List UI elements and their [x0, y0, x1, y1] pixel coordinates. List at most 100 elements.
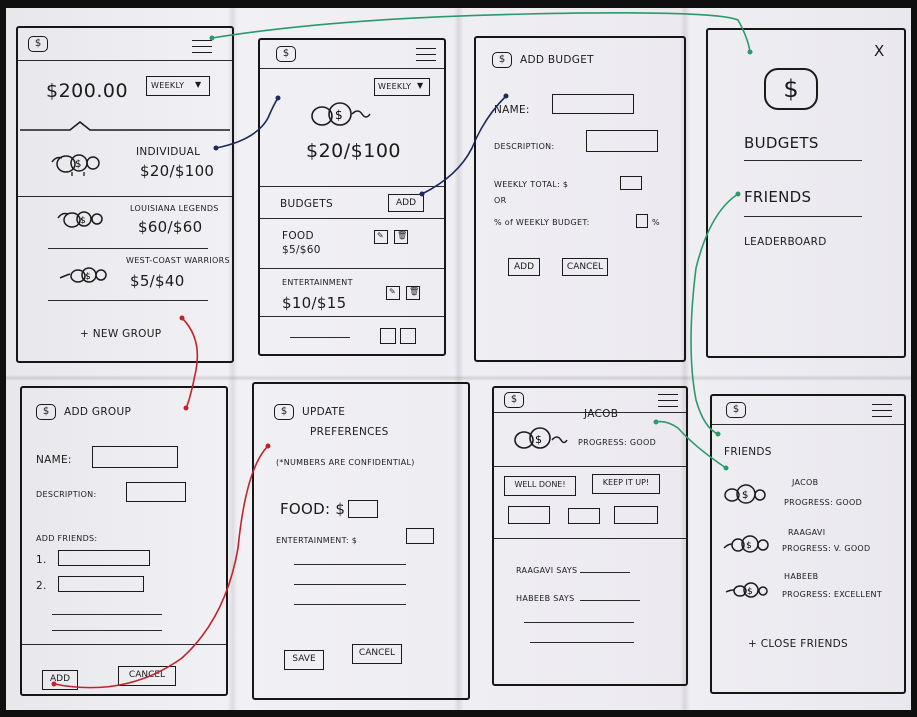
- friend-2-field[interactable]: [58, 576, 144, 592]
- logo-icon: $: [764, 68, 818, 110]
- screen-menu-drawer: X $ BUDGETS FRIENDS LEADERBOARD: [706, 28, 906, 358]
- section-divider: [260, 316, 444, 317]
- logo-icon[interactable]: $: [504, 392, 524, 408]
- save-button[interactable]: SAVE: [284, 650, 324, 670]
- hamburger-menu-icon[interactable]: [192, 40, 212, 58]
- group-item-west-coast-warriors[interactable]: $ WEST-COAST WARRIORS $5/$40: [18, 252, 232, 300]
- friend-name: RAAGAVI: [788, 528, 826, 537]
- group-amount: $20/$100: [306, 140, 402, 162]
- friend-item-habeeb[interactable]: $ HABEEB PROGRESS: EXCELLENT: [712, 568, 904, 612]
- group-name: WEST-COAST WARRIORS: [126, 256, 230, 265]
- close-friends-button[interactable]: + CLOSE FRIENDS: [748, 638, 848, 650]
- trash-icon[interactable]: 🗑: [394, 230, 408, 244]
- period-dropdown[interactable]: WEEKLY ▼: [146, 76, 210, 96]
- logo-icon[interactable]: $: [276, 46, 296, 62]
- entertainment-field[interactable]: [406, 528, 434, 544]
- nav-button-1[interactable]: [380, 328, 396, 344]
- budgets-label: BUDGETS: [280, 198, 333, 210]
- cancel-button[interactable]: CANCEL: [562, 258, 608, 276]
- menu-item-leaderboard[interactable]: LEADERBOARD: [744, 236, 827, 248]
- screen-add-group: $ ADD GROUP NAME: DESCRIPTION: ADD FRIEN…: [20, 386, 228, 696]
- or-label: OR: [494, 196, 507, 205]
- trash-icon[interactable]: 🗑: [406, 286, 420, 300]
- placeholder-line: [52, 630, 162, 631]
- menu-item-friends[interactable]: FRIENDS: [744, 188, 811, 206]
- header-divider: [712, 424, 904, 425]
- edit-pencil-icon[interactable]: ✎: [386, 286, 400, 300]
- screen-title: ADD GROUP: [64, 406, 132, 418]
- reaction-button-3[interactable]: [614, 506, 658, 524]
- screen-friend-profile: $ JACOB $ PROGRESS: GOOD WELL DONE! KEEP…: [492, 386, 688, 686]
- piggy-bank-icon: $: [514, 427, 568, 449]
- paper-fold: [6, 375, 911, 381]
- list-divider: [18, 196, 232, 197]
- cancel-button[interactable]: CANCEL: [118, 666, 176, 686]
- confidential-note: (*NUMBERS ARE CONFIDENTIAL): [276, 458, 415, 467]
- weekly-total-field[interactable]: [620, 176, 642, 190]
- friends-title: FRIENDS: [724, 446, 772, 458]
- budget-name: ENTERTAINMENT: [282, 278, 353, 287]
- hamburger-menu-icon[interactable]: [658, 394, 678, 412]
- paper-sheet: $ $200.00 WEEKLY ▼ $ INDIVIDUAL $20/$100: [6, 8, 911, 710]
- menu-item-budgets[interactable]: BUDGETS: [744, 134, 819, 152]
- svg-text:$: $: [746, 541, 752, 551]
- tab-pointer: [20, 120, 230, 131]
- budget-item-food[interactable]: FOOD $5/$60 ✎ 🗑: [260, 222, 444, 268]
- add-friends-label: ADD FRIENDS:: [36, 534, 98, 543]
- friend-progress: PROGRESS: GOOD: [784, 498, 863, 507]
- header-divider: [18, 60, 232, 61]
- piggy-bank-icon: $: [51, 154, 100, 176]
- percent-field[interactable]: [636, 214, 648, 228]
- nav-placeholder: [290, 337, 350, 338]
- keep-it-up-button[interactable]: KEEP IT UP!: [592, 474, 660, 494]
- group-name: INDIVIDUAL: [136, 146, 201, 158]
- group-amount: $5/$40: [130, 272, 185, 290]
- logo-icon: $: [274, 404, 294, 420]
- piggy-bank-icon: $: [59, 267, 107, 283]
- logo-icon[interactable]: $: [28, 36, 48, 52]
- screen-title-line1: UPDATE: [302, 406, 346, 418]
- period-dropdown[interactable]: WEEKLY ▼: [374, 78, 430, 96]
- reaction-button-2[interactable]: [568, 508, 600, 524]
- section-divider: [22, 644, 226, 645]
- placeholder-line: [530, 642, 634, 643]
- add-budget-button[interactable]: ADD: [388, 194, 424, 212]
- section-divider: [260, 186, 444, 187]
- svg-text:$: $: [85, 272, 91, 282]
- friend-item-jacob[interactable]: $ JACOB PROGRESS: GOOD: [712, 474, 904, 518]
- weekly-total-label: WEEKLY TOTAL: $: [494, 180, 569, 189]
- logo-icon: $: [492, 52, 512, 68]
- name-label: NAME:: [494, 104, 530, 116]
- hamburger-menu-icon[interactable]: [416, 48, 436, 66]
- nav-button-2[interactable]: [400, 328, 416, 344]
- screen-friends-list: $ FRIENDS $ JACOB PROGRESS: GOOD $ RAAGA…: [710, 394, 906, 694]
- friend-progress: PROGRESS: EXCELLENT: [782, 590, 883, 599]
- friend-progress: PROGRESS: V. GOOD: [782, 544, 871, 553]
- group-item-individual[interactable]: $ INDIVIDUAL $20/$100: [18, 138, 232, 196]
- cancel-button[interactable]: CANCEL: [352, 644, 402, 664]
- logo-icon[interactable]: $: [726, 402, 746, 418]
- group-item-louisiana-legends[interactable]: $ LOUISIANA LEGENDS $60/$60: [18, 198, 232, 248]
- new-group-button[interactable]: + NEW GROUP: [80, 328, 161, 340]
- add-button[interactable]: ADD: [508, 258, 540, 276]
- close-icon[interactable]: X: [874, 42, 885, 60]
- reaction-button-1[interactable]: [508, 506, 550, 524]
- description-field[interactable]: [586, 130, 658, 152]
- name-field[interactable]: [92, 446, 178, 468]
- budget-item-entertainment[interactable]: ENTERTAINMENT $10/$15 ✎ 🗑: [260, 272, 444, 318]
- hamburger-menu-icon[interactable]: [872, 404, 892, 422]
- list-divider: [48, 248, 208, 249]
- name-field[interactable]: [552, 94, 634, 114]
- friend-item-raagavi[interactable]: $ RAAGAVI PROGRESS: V. GOOD: [712, 524, 904, 568]
- edit-pencil-icon[interactable]: ✎: [374, 230, 388, 244]
- screen-title: ADD BUDGET: [520, 54, 594, 66]
- food-field[interactable]: [348, 500, 378, 518]
- friend-1-field[interactable]: [58, 550, 150, 566]
- logo-icon: $: [36, 404, 56, 420]
- comment-line: [580, 572, 630, 573]
- add-button[interactable]: ADD: [42, 670, 78, 690]
- description-field[interactable]: [126, 482, 186, 502]
- header-divider: [260, 68, 444, 69]
- well-done-button[interactable]: WELL DONE!: [504, 476, 576, 496]
- percent-suffix: %: [652, 218, 660, 227]
